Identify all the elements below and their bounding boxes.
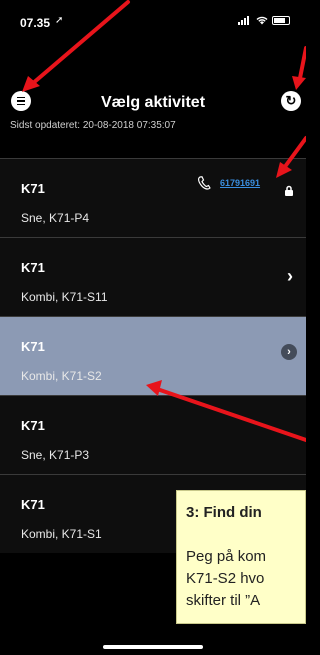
status-icons: [238, 16, 290, 25]
callout-line: skifter til ”A: [186, 592, 261, 609]
location-icon: ➚: [55, 15, 64, 26]
status-time: 07.35: [20, 16, 51, 30]
last-updated-text: Sidst opdateret: 20-08-2018 07:35:07: [10, 120, 176, 131]
chevron-right-icon: ›: [287, 266, 293, 286]
list-item-selected[interactable]: K71 Kombi, K71-S2 ›: [0, 316, 306, 395]
list-item[interactable]: K71 Sne, K71-P4 61791691: [0, 158, 306, 237]
lock-icon: [285, 185, 293, 196]
signal-icon: [238, 16, 252, 25]
activity-desc: Kombi, K71-S11: [21, 290, 108, 304]
activity-code: K71: [21, 497, 45, 512]
page-title: Vælg aktivitet: [100, 94, 206, 111]
callout-title: 3: Find din: [186, 504, 262, 521]
status-bar: 07.35 ➚: [0, 0, 306, 44]
phone-icon: [198, 176, 211, 190]
activity-code: K71: [21, 418, 45, 433]
battery-icon: [272, 16, 290, 25]
list-item[interactable]: K71 Kombi, K71-S11 ›: [0, 237, 306, 316]
refresh-button[interactable]: ↻: [281, 91, 301, 111]
activity-code: K71: [21, 181, 45, 196]
activity-desc: Sne, K71-P3: [21, 448, 90, 462]
phone-contact[interactable]: 61791691: [196, 175, 260, 191]
callout-line: Peg på kom: [186, 548, 267, 565]
list-item[interactable]: K71 Sne, K71-P3: [0, 395, 306, 474]
header: Vælg aktivitet ↻ Sidst opdateret: 20-08-…: [0, 88, 306, 140]
activity-desc: Kombi, K71-S1: [21, 527, 102, 541]
activity-code: K71: [21, 260, 45, 275]
instruction-callout: 3: Find din Peg på kom K71-S2 hvo skifte…: [176, 490, 306, 624]
activity-desc: Sne, K71-P4: [21, 211, 90, 225]
annotation-arrow-refresh: [298, 46, 306, 80]
phone-link[interactable]: 61791691: [220, 178, 260, 188]
chevron-right-icon: ›: [281, 344, 297, 360]
activity-desc: Kombi, K71-S2: [21, 369, 102, 383]
home-indicator[interactable]: [103, 645, 203, 649]
activity-code: K71: [21, 339, 45, 354]
callout-line: K71-S2 hvo: [186, 570, 265, 587]
callout-body: Peg på kom K71-S2 hvo skifter til ”A: [186, 546, 266, 612]
wifi-icon: [256, 16, 268, 25]
